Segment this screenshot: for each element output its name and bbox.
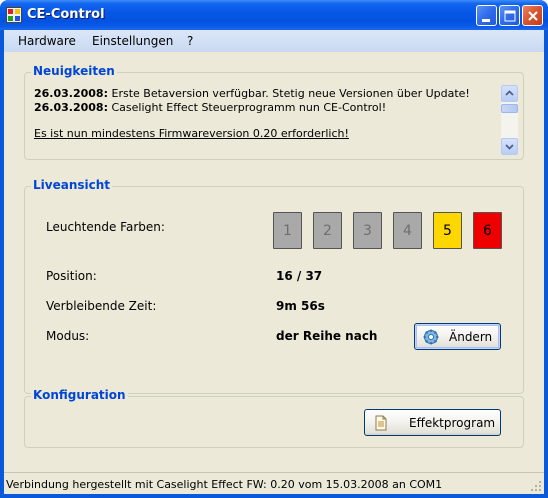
color-indicator-4: 4 <box>393 212 422 249</box>
app-icon <box>6 7 22 23</box>
document-icon <box>375 415 387 431</box>
remaining-time-label: Verbleibende Zeit: <box>46 299 157 313</box>
chevron-up-icon <box>505 90 514 96</box>
effect-program-button[interactable]: Effektprogram <box>364 409 501 436</box>
news-text: Caselight Effect Steuerprogramm nun CE-C… <box>108 101 387 114</box>
minimize-icon <box>482 19 490 22</box>
menu-einstellungen[interactable]: Einstellungen <box>92 34 173 48</box>
maximize-icon <box>504 10 516 22</box>
config-group-title: Konfiguration <box>31 388 128 402</box>
gear-icon <box>423 329 439 345</box>
position-label: Position: <box>46 269 97 283</box>
news-entry: 26.03.2008: Caselight Effect Steuerprogr… <box>34 101 386 114</box>
close-button[interactable] <box>522 5 543 26</box>
color-indicator-label: 4 <box>403 222 412 239</box>
color-indicator-1: 1 <box>273 212 302 249</box>
window-title: CE-Control <box>27 7 105 22</box>
color-indicator-label: 5 <box>443 222 452 239</box>
color-indicator-label: 2 <box>323 222 332 239</box>
main-window: CE-Control Hardware Einstellungen ? Neui… <box>0 0 548 498</box>
scroll-thumb[interactable] <box>501 104 518 113</box>
effect-program-button-label: Effektprogram <box>409 416 496 430</box>
color-indicator-label: 6 <box>483 222 492 239</box>
colors-label: Leuchtende Farben: <box>46 220 165 234</box>
maximize-button[interactable] <box>499 5 520 26</box>
status-bar: Verbindung hergestellt mit Caselight Eff… <box>4 472 544 494</box>
color-indicator-6: 6 <box>473 212 502 249</box>
firmware-notice-link[interactable]: Es ist nun mindestens Firmwareversion 0.… <box>34 127 349 140</box>
mode-value: der Reihe nach <box>276 329 378 343</box>
minimize-button[interactable] <box>476 5 497 26</box>
color-indicator-3: 3 <box>353 212 382 249</box>
resize-grip-icon[interactable] <box>530 480 542 492</box>
menu-bar: Hardware Einstellungen ? <box>4 30 544 52</box>
news-entry: 26.03.2008: Erste Betaversion verfügbar.… <box>34 87 470 100</box>
news-group-title: Neuigkeiten <box>31 64 117 78</box>
change-mode-button[interactable]: Ändern <box>414 323 501 350</box>
mode-label: Modus: <box>46 329 90 343</box>
live-group-title: Liveansicht <box>31 178 113 192</box>
color-indicator-2: 2 <box>313 212 342 249</box>
news-date: 26.03.2008: <box>34 101 108 114</box>
news-text: Erste Betaversion verfügbar. Stetig neue… <box>108 87 470 100</box>
scroll-up-button[interactable] <box>501 85 518 102</box>
remaining-time-value: 9m 56s <box>276 299 325 313</box>
news-textbox[interactable]: 26.03.2008: Erste Betaversion verfügbar.… <box>32 85 518 155</box>
menu-help[interactable]: ? <box>187 34 193 48</box>
scroll-down-button[interactable] <box>501 138 518 155</box>
title-bar[interactable]: CE-Control <box>0 0 548 30</box>
color-indicator-label: 1 <box>283 222 292 239</box>
position-value: 16 / 37 <box>276 269 323 283</box>
close-icon <box>528 11 538 21</box>
color-indicator-5: 5 <box>433 212 462 249</box>
change-mode-button-label: Ändern <box>449 330 493 344</box>
news-group: Neuigkeiten 26.03.2008: Erste Betaversio… <box>24 64 524 160</box>
news-date: 26.03.2008: <box>34 87 108 100</box>
news-scrollbar[interactable] <box>501 85 518 155</box>
menu-hardware[interactable]: Hardware <box>18 34 76 48</box>
color-indicator-label: 3 <box>363 222 372 239</box>
status-text: Verbindung hergestellt mit Caselight Eff… <box>6 478 443 491</box>
chevron-down-icon <box>505 144 514 150</box>
client-area: Hardware Einstellungen ? Neuigkeiten 26.… <box>4 30 544 494</box>
